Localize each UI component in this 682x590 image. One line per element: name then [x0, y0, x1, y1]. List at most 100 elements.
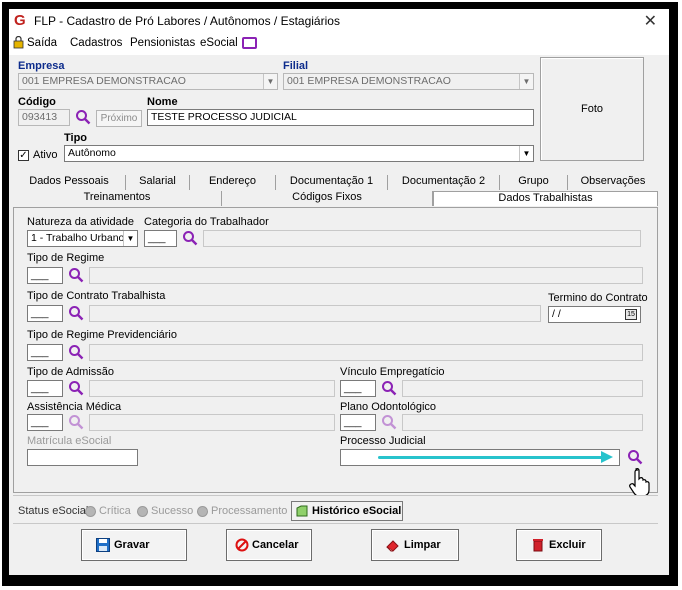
document-icon [296, 505, 308, 517]
menu-pensionistas[interactable]: Pensionistas [130, 37, 195, 49]
sucesso-radio [137, 506, 148, 517]
regime-prev-code-input[interactable]: ___ [27, 344, 63, 361]
search-icon[interactable] [182, 230, 198, 246]
processamento-radio [197, 506, 208, 517]
processo-label: Processo Judicial [340, 435, 426, 447]
chevron-down-icon: ▼ [519, 74, 533, 89]
search-icon[interactable] [68, 380, 84, 396]
tabs-row-1: Dados Pessoais Salarial Endereço Documen… [13, 175, 658, 190]
tab-documentacao-1[interactable]: Documentação 1 [276, 175, 388, 190]
tab-codigos-fixos[interactable]: Códigos Fixos [222, 191, 433, 206]
search-icon[interactable] [68, 344, 84, 360]
photo-box[interactable]: Foto [540, 57, 644, 161]
search-icon[interactable] [381, 414, 397, 430]
matricula-label: Matrícula eSocial [27, 435, 112, 447]
critica-radio [85, 506, 96, 517]
tipo-admissao-label: Tipo de Admissão [27, 366, 115, 378]
plano-odonto-code-input[interactable]: ___ [340, 414, 376, 431]
empresa-select[interactable]: 001 EMPRESA DEMONSTRACAO ▼ [18, 73, 278, 90]
tab-grupo[interactable]: Grupo [500, 175, 568, 190]
tab-endereco[interactable]: Endereço [190, 175, 276, 190]
categoria-label: Categoria do Trabalhador [144, 216, 269, 228]
assistencia-label: Assistência Médica [27, 401, 122, 413]
tab-salarial[interactable]: Salarial [126, 175, 190, 190]
chevron-down-icon: ▼ [519, 146, 533, 161]
eraser-icon [386, 540, 399, 552]
status-label: Status eSocial: [18, 505, 92, 517]
search-icon[interactable] [627, 449, 643, 465]
annotation-arrow-head [601, 451, 613, 463]
excluir-button[interactable]: Excluir [516, 529, 602, 561]
vinculo-label: Vínculo Empregatício [340, 366, 445, 378]
tipo-regime-label: Tipo de Regime [27, 252, 105, 264]
filial-label: Filial [283, 60, 309, 72]
matricula-input[interactable] [27, 449, 138, 466]
tipo-select[interactable]: Autônomo ▼ [64, 145, 534, 162]
tabs-row-2: Treinamentos Códigos Fixos Dados Trabalh… [13, 191, 658, 206]
search-icon[interactable] [75, 109, 91, 125]
monitor-icon[interactable] [242, 37, 257, 49]
natureza-select[interactable]: 1 - Trabalho Urbano ▼ [27, 230, 138, 247]
nome-field[interactable]: TESTE PROCESSO JUDICIAL [147, 109, 534, 126]
trash-icon [533, 539, 543, 552]
empresa-label: Empresa [18, 60, 65, 72]
close-button[interactable]: ✕ [644, 11, 657, 31]
menu-esocial[interactable]: eSocial [200, 37, 238, 49]
menu-cadastros[interactable]: Cadastros [70, 37, 122, 49]
critica-label: Crítica [99, 505, 131, 517]
tipo-admissao-code-input[interactable]: ___ [27, 380, 63, 397]
cancel-icon [235, 538, 249, 552]
ativo-checkbox[interactable]: ✓ [18, 150, 29, 161]
search-icon[interactable] [68, 267, 84, 283]
foto-label: Foto [580, 103, 603, 115]
status-separator [13, 495, 658, 496]
tipo-regime-description [89, 267, 643, 284]
vinculo-code-input[interactable]: ___ [340, 380, 376, 397]
tab-documentacao-2[interactable]: Documentação 2 [388, 175, 500, 190]
codigo-field[interactable]: 093413 [18, 109, 70, 126]
cancelar-button[interactable]: Cancelar [226, 529, 312, 561]
search-icon[interactable] [68, 305, 84, 321]
tipo-contrato-code-input[interactable]: ___ [27, 305, 63, 322]
regime-prev-description [89, 344, 643, 361]
termino-date-input[interactable]: / / 15 [548, 306, 641, 323]
historico-esocial-button[interactable]: Histórico eSocial [291, 501, 403, 521]
app-logo-icon: G [14, 12, 26, 29]
tab-treinamentos[interactable]: Treinamentos [13, 191, 222, 206]
tab-dados-trabalhistas[interactable]: Dados Trabalhistas [433, 191, 658, 206]
vinculo-description [402, 380, 643, 397]
tipo-contrato-description [89, 305, 541, 322]
categoria-code-input[interactable]: ___ [144, 230, 177, 247]
termino-label: Termino do Contrato [548, 292, 648, 304]
gravar-button[interactable]: Gravar [81, 529, 187, 561]
tab-observacoes[interactable]: Observações [568, 175, 658, 190]
processamento-label: Processamento [211, 505, 288, 517]
filial-select[interactable]: 001 EMPRESA DEMONSTRACAO ▼ [283, 73, 534, 90]
lock-icon [13, 36, 24, 49]
menu-saida[interactable]: Saída [27, 37, 57, 49]
sucesso-label: Sucesso [151, 505, 194, 517]
calendar-icon[interactable]: 15 [625, 309, 637, 320]
assistencia-code-input[interactable]: ___ [27, 414, 63, 431]
tab-dados-pessoais[interactable]: Dados Pessoais [13, 175, 126, 190]
nome-label: Nome [147, 96, 178, 108]
tipo-regime-code-input[interactable]: ___ [27, 267, 63, 284]
regime-prev-label: Tipo de Regime Previdenciário [27, 329, 177, 341]
limpar-button[interactable]: Limpar [371, 529, 459, 561]
categoria-description [203, 230, 641, 247]
proximo-button[interactable]: Próximo [96, 110, 142, 127]
title-bar: G FLP - Cadastro de Pró Labores / Autôno… [9, 9, 669, 33]
tipo-admissao-description [89, 380, 335, 397]
chevron-down-icon: ▼ [123, 231, 137, 246]
codigo-label: Código [18, 96, 56, 108]
search-icon[interactable] [381, 380, 397, 396]
assistencia-description [89, 414, 335, 431]
tipo-contrato-label: Tipo de Contrato Trabalhista [27, 290, 166, 302]
plano-odonto-description [402, 414, 643, 431]
ativo-label: Ativo [33, 149, 58, 161]
main-window: G FLP - Cadastro de Pró Labores / Autôno… [9, 9, 669, 575]
tipo-label: Tipo [64, 132, 88, 144]
search-icon[interactable] [68, 414, 84, 430]
window-title: FLP - Cadastro de Pró Labores / Autônomo… [34, 14, 340, 28]
chevron-down-icon: ▼ [263, 74, 277, 89]
